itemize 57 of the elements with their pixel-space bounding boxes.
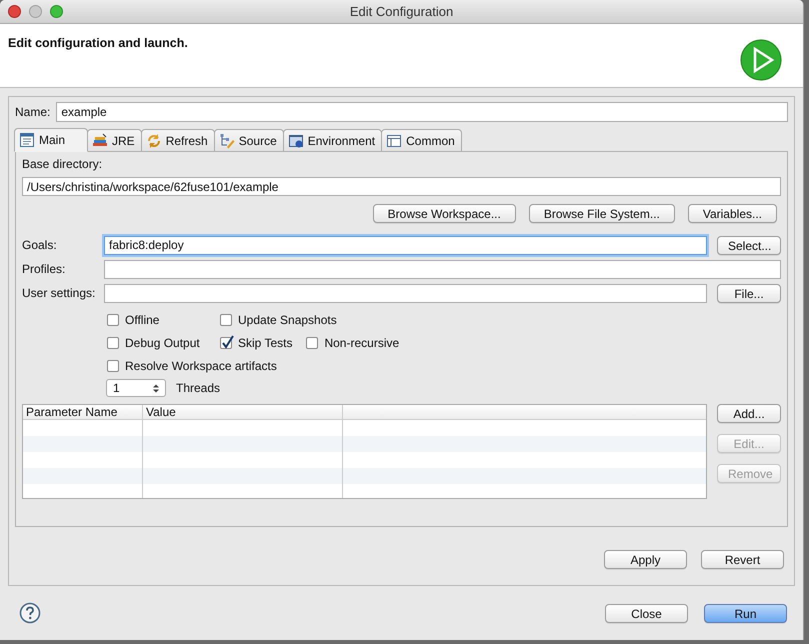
threads-value: 1 bbox=[113, 380, 120, 397]
name-label: Name: bbox=[15, 104, 50, 121]
checkbox[interactable] bbox=[107, 360, 119, 372]
button[interactable]: Browse Workspace... bbox=[372, 204, 516, 223]
input-field[interactable] bbox=[104, 260, 781, 278]
tree-icon bbox=[218, 132, 235, 148]
tab[interactable]: Environment bbox=[282, 129, 382, 152]
button[interactable]: File... bbox=[717, 284, 781, 302]
run-icon bbox=[739, 38, 783, 82]
tab[interactable]: Main bbox=[14, 128, 88, 152]
checkbox[interactable] bbox=[107, 314, 119, 326]
close-window-button[interactable] bbox=[8, 5, 21, 18]
name-field[interactable]: example bbox=[56, 102, 788, 122]
button[interactable]: Variables... bbox=[688, 204, 777, 223]
threads-label: Threads bbox=[176, 380, 220, 397]
base-directory-field[interactable]: /Users/christina/workspace/62fuse101/example bbox=[22, 177, 781, 196]
books-icon bbox=[92, 132, 108, 148]
window-title: Edit Configuration bbox=[350, 2, 454, 21]
button[interactable]: Apply bbox=[604, 550, 687, 569]
button[interactable]: Browse File System... bbox=[528, 204, 675, 223]
checkbox[interactable] bbox=[220, 314, 232, 326]
checkbox[interactable] bbox=[306, 336, 318, 348]
field-label: Goals: bbox=[22, 237, 58, 254]
tab[interactable]: Source bbox=[214, 129, 284, 152]
refresh-icon bbox=[146, 132, 162, 148]
checkbox-label: Update Snapshots bbox=[238, 312, 337, 328]
table-icon bbox=[386, 132, 402, 148]
tab[interactable]: JRE bbox=[87, 129, 142, 152]
button[interactable]: Add... bbox=[717, 404, 781, 423]
checkbox-label: Debug Output bbox=[125, 334, 200, 352]
zoom-window-button[interactable] bbox=[50, 5, 63, 18]
input-field[interactable]: fabric8:deploy bbox=[104, 236, 707, 254]
checkbox-label: Offline bbox=[125, 312, 160, 328]
minimize-window-button[interactable] bbox=[29, 5, 42, 18]
base-directory-label: Base directory: bbox=[22, 156, 104, 173]
header-message: Edit configuration and launch. bbox=[7, 35, 188, 52]
checkbox-label: Non-recursive bbox=[324, 334, 400, 352]
checkbox[interactable] bbox=[107, 336, 119, 348]
button[interactable]: Select... bbox=[717, 236, 781, 254]
button[interactable]: Revert bbox=[701, 550, 784, 569]
field-label: Profiles: bbox=[22, 261, 66, 278]
field-label: User settings: bbox=[22, 285, 94, 302]
threads-spinner[interactable]: 1 bbox=[106, 379, 166, 397]
checkbox-label: Resolve Workspace artifacts bbox=[125, 358, 277, 374]
stepper-icon bbox=[153, 384, 159, 392]
tab[interactable]: Common bbox=[381, 129, 462, 152]
help-icon[interactable] bbox=[19, 602, 41, 624]
document-icon bbox=[19, 132, 35, 148]
button[interactable]: Close bbox=[605, 604, 688, 622]
checkbox[interactable] bbox=[220, 336, 232, 348]
tab[interactable]: Refresh bbox=[140, 129, 215, 152]
input-field[interactable] bbox=[104, 284, 707, 302]
checkbox-label: Skip Tests bbox=[238, 334, 292, 352]
column-header: Parameter Name bbox=[23, 405, 143, 419]
button[interactable]: Run bbox=[704, 604, 787, 622]
column-header: Value bbox=[143, 405, 343, 419]
window-icon bbox=[288, 132, 304, 148]
